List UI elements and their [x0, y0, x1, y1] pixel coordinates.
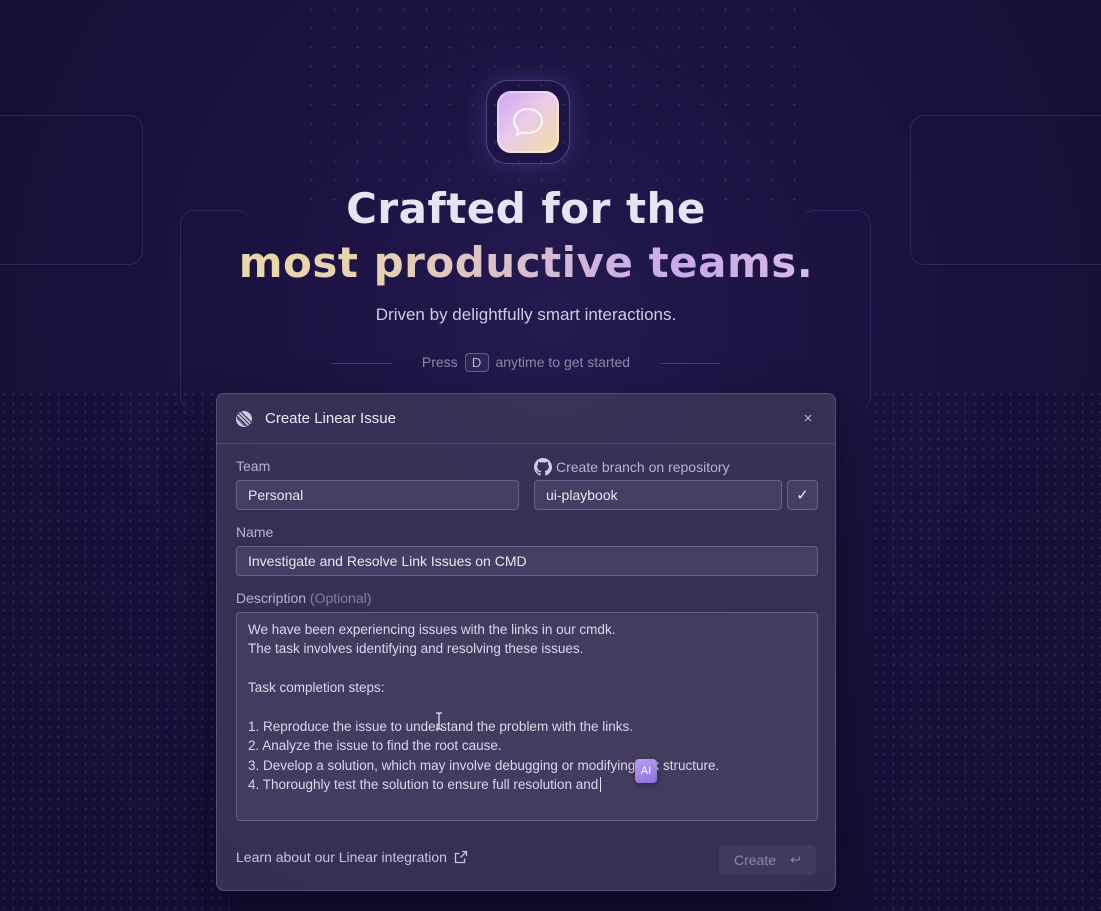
repository-value: ui-playbook	[546, 487, 618, 503]
chat-bubble-icon	[497, 91, 559, 153]
repository-input[interactable]: ui-playbook	[534, 480, 782, 510]
optional-hint: (Optional)	[309, 590, 372, 606]
background-dot-grid-right	[871, 390, 1101, 910]
name-label: Name	[236, 524, 274, 540]
name-input[interactable]: Investigate and Resolve Link Issues on C…	[236, 546, 818, 576]
enter-key-icon: ↩	[790, 852, 801, 867]
description-line	[248, 659, 806, 678]
create-branch-checkbox[interactable]: ✓	[787, 480, 818, 510]
footer-link-text: Learn about our Linear integration	[236, 849, 447, 865]
team-value: Personal	[248, 487, 304, 503]
keyboard-key: D	[464, 353, 489, 372]
create-button[interactable]: Create ↩	[719, 845, 816, 875]
hero-subtitle: Driven by delightfully smart interaction…	[375, 305, 677, 324]
create-issue-dialog: Create Linear Issue × Team Personal Crea…	[216, 393, 836, 891]
close-icon: ×	[803, 410, 813, 427]
dialog-title: Create Linear Issue	[265, 410, 396, 427]
ai-assist-button[interactable]: AI	[635, 759, 657, 783]
description-line: 1. Reproduce the issue to understand the…	[248, 719, 633, 734]
description-line: We have been experiencing issues with th…	[248, 622, 616, 637]
text-caret	[600, 777, 602, 793]
linear-logo-icon	[236, 410, 252, 427]
checkmark-icon: ✓	[796, 487, 809, 504]
description-label: Description (Optional)	[236, 590, 371, 606]
press-prefix: Press	[421, 354, 458, 370]
app-logo	[486, 80, 570, 164]
background-dot-grid-left	[0, 390, 230, 910]
repo-label: Create branch on repository	[534, 458, 730, 476]
team-select[interactable]: Personal	[236, 480, 519, 510]
github-icon	[534, 458, 552, 476]
description-line	[248, 698, 806, 717]
divider-line	[660, 362, 721, 364]
linear-integration-link[interactable]: Learn about our Linear integration	[236, 849, 468, 865]
divider-line	[331, 362, 392, 364]
close-button[interactable]: ×	[799, 410, 817, 428]
description-line-last: 4. Thoroughly test the solution to ensur…	[248, 775, 806, 794]
description-line: Task completion steps:	[248, 680, 385, 696]
description-line-text: 4. Thoroughly test the solution to ensur…	[248, 777, 599, 793]
press-hint: Press D anytime to get started	[0, 353, 1052, 372]
press-suffix: anytime to get started	[495, 354, 631, 370]
hero-title: Crafted for the most productive teams.	[0, 182, 1052, 290]
hero-title-line2: most productive teams.	[0, 236, 1052, 290]
create-button-label: Create	[734, 852, 777, 868]
description-textarea[interactable]: We have been experiencing issues with th…	[236, 612, 818, 821]
text-cursor-icon	[436, 712, 442, 730]
team-label: Team	[236, 458, 271, 474]
description-line: The task involves identifying and resolv…	[248, 641, 584, 657]
ai-icon: AI	[640, 765, 652, 777]
hero-title-line1: Crafted for the	[346, 184, 706, 233]
description-label-text: Description	[236, 590, 307, 606]
repo-label-text: Create branch on repository	[556, 459, 730, 475]
external-link-icon	[454, 850, 468, 864]
description-line: 2. Analyze the issue to find the root ca…	[248, 738, 502, 754]
name-value: Investigate and Resolve Link Issues on C…	[248, 553, 527, 569]
dialog-header: Create Linear Issue ×	[217, 394, 835, 444]
description-line: 3. Develop a solution, which may involve…	[248, 757, 720, 773]
